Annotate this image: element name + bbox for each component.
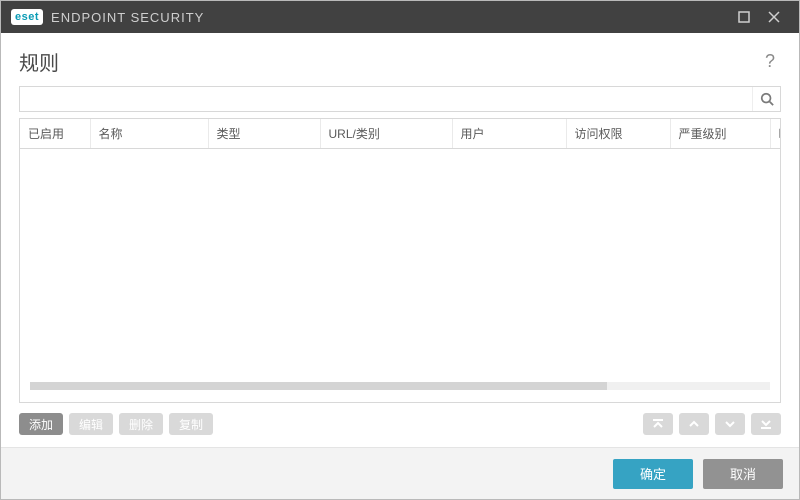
header: 规则 ? <box>1 33 799 86</box>
col-enabled[interactable]: 已启用 <box>20 119 90 149</box>
toolbar: 添加 编辑 删除 复制 <box>1 403 799 447</box>
move-bottom-button <box>751 413 781 435</box>
col-user[interactable]: 用户 <box>452 119 566 149</box>
edit-button: 编辑 <box>69 413 113 435</box>
chevron-up-icon <box>687 417 701 431</box>
help-button[interactable]: ? <box>759 51 781 72</box>
ok-button[interactable]: 确定 <box>613 459 693 489</box>
col-severity[interactable]: 严重级别 <box>670 119 770 149</box>
scrollbar-thumb[interactable] <box>30 382 607 390</box>
window-close-button[interactable] <box>759 5 789 29</box>
delete-button: 删除 <box>119 413 163 435</box>
horizontal-scrollbar[interactable] <box>30 382 770 390</box>
page-title: 规则 <box>19 47 759 76</box>
window-maximize-button[interactable] <box>729 5 759 29</box>
content: 已启用 名称 类型 URL/类别 用户 访问权限 严重级别 时 <box>1 86 799 403</box>
search-button[interactable] <box>752 87 780 111</box>
search-icon <box>760 92 774 106</box>
table-header-row: 已启用 名称 类型 URL/类别 用户 访问权限 严重级别 时 <box>20 119 781 149</box>
logo-badge: eset <box>11 9 43 25</box>
copy-button: 复制 <box>169 413 213 435</box>
move-down-button <box>715 413 745 435</box>
window: eset ENDPOINT SECURITY 规则 ? <box>0 0 800 500</box>
rules-table-wrap: 已启用 名称 类型 URL/类别 用户 访问权限 严重级别 时 <box>19 118 781 403</box>
search-row <box>19 86 781 112</box>
col-type[interactable]: 类型 <box>208 119 320 149</box>
close-icon <box>768 11 780 23</box>
titlebar: eset ENDPOINT SECURITY <box>1 1 799 33</box>
col-url[interactable]: URL/类别 <box>320 119 452 149</box>
maximize-icon <box>738 11 750 23</box>
col-more[interactable]: 时 <box>770 119 781 149</box>
chevron-down-icon <box>723 417 737 431</box>
product-name: ENDPOINT SECURITY <box>51 10 204 25</box>
col-access[interactable]: 访问权限 <box>566 119 670 149</box>
col-name[interactable]: 名称 <box>90 119 208 149</box>
chevron-top-icon <box>651 417 665 431</box>
move-top-button <box>643 413 673 435</box>
search-input[interactable] <box>20 87 752 111</box>
move-up-button <box>679 413 709 435</box>
add-button[interactable]: 添加 <box>19 413 63 435</box>
rules-table: 已启用 名称 类型 URL/类别 用户 访问权限 严重级别 时 <box>20 119 781 149</box>
cancel-button[interactable]: 取消 <box>703 459 783 489</box>
footer: 确定 取消 <box>1 447 799 499</box>
chevron-bottom-icon <box>759 417 773 431</box>
